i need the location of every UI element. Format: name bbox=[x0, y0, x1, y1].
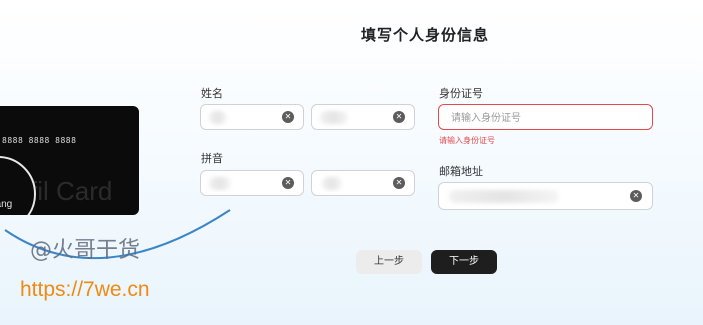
clear-icon[interactable]: ✕ bbox=[282, 111, 294, 123]
surname-pinyin-field[interactable]: ✕ bbox=[200, 170, 304, 196]
clear-icon[interactable]: ✕ bbox=[393, 111, 405, 123]
redacted-value bbox=[449, 190, 559, 203]
card-number: 8888 8888 8888 bbox=[2, 136, 77, 145]
id-number-label: 身份证号 bbox=[439, 87, 483, 100]
name-label: 姓名 bbox=[201, 87, 223, 100]
id-number-input[interactable] bbox=[449, 109, 626, 127]
id-number-error: 请输入身份证号 bbox=[439, 136, 495, 145]
email-field[interactable]: ✕ bbox=[438, 182, 653, 210]
prev-step-button[interactable]: 上一步 bbox=[356, 250, 422, 274]
page-title: 填写个人身份信息 bbox=[361, 26, 490, 44]
clear-icon[interactable]: ✕ bbox=[630, 190, 642, 202]
given-name-pinyin-field[interactable]: ✕ bbox=[311, 170, 415, 196]
surname-field[interactable]: ✕ bbox=[200, 104, 304, 130]
watermark-url: https://7we.cn bbox=[20, 278, 150, 301]
redacted-value bbox=[209, 111, 227, 124]
card-preview: 8888 8888 8888 fil Card hang bbox=[0, 106, 139, 215]
next-step-button[interactable]: 下一步 bbox=[431, 250, 497, 274]
redacted-value bbox=[209, 177, 231, 190]
pinyin-label: 拼音 bbox=[201, 152, 223, 165]
redacted-value bbox=[320, 111, 348, 124]
given-name-field[interactable]: ✕ bbox=[311, 104, 415, 130]
watermark-handle: @火哥干货 bbox=[30, 238, 141, 263]
id-number-field[interactable] bbox=[438, 104, 653, 130]
redacted-value bbox=[322, 177, 342, 190]
email-label: 邮箱地址 bbox=[439, 165, 483, 178]
clear-icon[interactable]: ✕ bbox=[282, 177, 294, 189]
clear-icon[interactable]: ✕ bbox=[393, 177, 405, 189]
